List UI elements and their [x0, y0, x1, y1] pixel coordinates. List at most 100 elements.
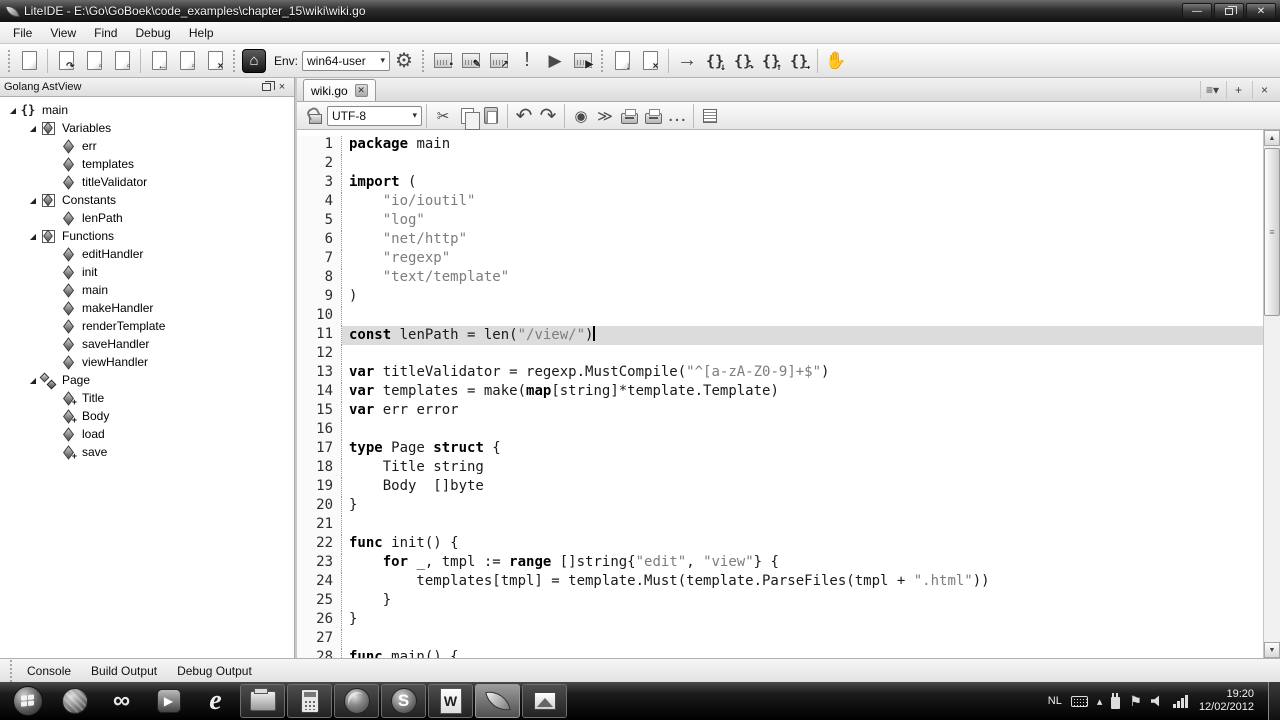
close-button[interactable]: ✕	[1246, 3, 1276, 19]
skype-app[interactable]: S	[381, 684, 426, 718]
code-line[interactable]: 19 Body []byte	[297, 478, 1263, 497]
home-button[interactable]: ⌂	[240, 47, 268, 75]
code-line[interactable]: 26}	[297, 611, 1263, 630]
language-indicator[interactable]: NL	[1048, 695, 1062, 707]
tree-item-Body[interactable]: +Body	[0, 407, 294, 425]
float-panel-button[interactable]	[258, 80, 274, 94]
menu-view[interactable]: View	[41, 23, 85, 43]
close-file-button[interactable]: ×	[201, 47, 229, 75]
outline-button[interactable]	[698, 104, 722, 128]
output-tab-console[interactable]: Console	[17, 661, 81, 681]
tree-item-Constants[interactable]: ◢Constants	[0, 191, 294, 209]
scrollbar-thumb[interactable]: ≡	[1264, 148, 1280, 316]
expander-icon[interactable]: ◢	[26, 124, 40, 133]
menu-debug[interactable]: Debug	[126, 23, 179, 43]
tree-item-load[interactable]: load	[0, 425, 294, 443]
expander-icon[interactable]: ◢	[6, 106, 20, 115]
calculator-app[interactable]	[287, 684, 332, 718]
scroll-up-arrow[interactable]: ▲	[1264, 130, 1280, 146]
menu-help[interactable]: Help	[180, 23, 223, 43]
continue-debug-button[interactable]: →	[673, 47, 701, 75]
build-button[interactable]: ✎	[457, 47, 485, 75]
expander-icon[interactable]: ◢	[26, 376, 40, 385]
step-over-button[interactable]: {}↷	[729, 47, 757, 75]
image-viewer-app[interactable]	[522, 684, 567, 718]
clock[interactable]: 19:20 12/02/2012	[1197, 688, 1262, 714]
network-bars-icon[interactable]	[1173, 695, 1188, 708]
code-line[interactable]: 10	[297, 307, 1263, 326]
liteide-app[interactable]	[475, 684, 520, 718]
code-line[interactable]: 11const lenPath = len("/view/")	[297, 326, 1263, 345]
stop-button[interactable]: !	[513, 47, 541, 75]
code-line[interactable]: 7 "regexp"	[297, 250, 1263, 269]
code-editor[interactable]: 1package main23import (4 "io/ioutil"5 "l…	[297, 130, 1263, 658]
file-explorer-app[interactable]	[240, 684, 285, 718]
undo-button[interactable]: ↶	[512, 104, 536, 128]
tree-item-editHandler[interactable]: editHandler	[0, 245, 294, 263]
start-button[interactable]	[5, 684, 50, 718]
run-button[interactable]: ▶	[541, 47, 569, 75]
save-all-button[interactable]: ▫	[173, 47, 201, 75]
code-line[interactable]: 4 "io/ioutil"	[297, 193, 1263, 212]
output-tab-debug-output[interactable]: Debug Output	[167, 661, 262, 681]
tree-item-init[interactable]: init	[0, 263, 294, 281]
tab-wiki-go[interactable]: wiki.go ✕	[303, 79, 376, 101]
code-line[interactable]: 25 }	[297, 592, 1263, 611]
tree-item-viewHandler[interactable]: viewHandler	[0, 353, 294, 371]
open-file-button[interactable]: ↷	[52, 47, 80, 75]
code-line[interactable]: 22func init() {	[297, 535, 1263, 554]
open-folder-button[interactable]: ▫	[80, 47, 108, 75]
code-line[interactable]: 16	[297, 421, 1263, 440]
close-panel-button[interactable]: ×	[274, 80, 290, 94]
expression-app[interactable]: ∞	[99, 684, 144, 718]
tree-item-lenPath[interactable]: lenPath	[0, 209, 294, 227]
step-out-button[interactable]: {}↑	[757, 47, 785, 75]
volume-icon[interactable]	[1151, 695, 1164, 707]
action-center-flag-icon[interactable]: ⚑	[1129, 693, 1142, 710]
new-file-button[interactable]	[15, 47, 43, 75]
print-preview-button[interactable]	[641, 104, 665, 128]
run-to-line-button[interactable]: {}→	[785, 47, 813, 75]
network-globe-app[interactable]	[52, 684, 97, 718]
code-line[interactable]: 24 templates[tmpl] = template.Must(templ…	[297, 573, 1263, 592]
tree-item-titleValidator[interactable]: titleValidator	[0, 173, 294, 191]
redo-button[interactable]: ↷	[536, 104, 560, 128]
tab-list-button[interactable]: ≡▾	[1200, 81, 1224, 99]
copy-button[interactable]	[455, 104, 479, 128]
code-line[interactable]: 14var templates = make(map[string]*templ…	[297, 383, 1263, 402]
panel-drag-handle[interactable]	[9, 659, 14, 683]
output-tab-build-output[interactable]: Build Output	[81, 661, 167, 681]
code-line[interactable]: 28func main() {	[297, 649, 1263, 658]
new-tab-button[interactable]: +	[1226, 81, 1250, 99]
clear-output-button[interactable]: ×	[636, 47, 664, 75]
code-line[interactable]: 13var titleValidator = regexp.MustCompil…	[297, 364, 1263, 383]
code-line[interactable]: 5 "log"	[297, 212, 1263, 231]
code-line[interactable]: 2	[297, 155, 1263, 174]
keyboard-icon[interactable]	[1071, 696, 1088, 707]
tree-item-Page[interactable]: ◢Page	[0, 371, 294, 389]
code-line[interactable]: 17type Page struct {	[297, 440, 1263, 459]
restore-button[interactable]	[1214, 3, 1244, 19]
code-line[interactable]: 9)	[297, 288, 1263, 307]
toolbar-drag-handle[interactable]	[7, 49, 12, 73]
code-line[interactable]: 23 for _, tmpl := range []string{"edit",…	[297, 554, 1263, 573]
word-app[interactable]: W	[428, 684, 473, 718]
more-button[interactable]: …	[665, 104, 689, 128]
symbol-nav-button[interactable]: ◉	[569, 104, 593, 128]
expander-icon[interactable]: ◢	[26, 232, 40, 241]
options-gear-button[interactable]: ⚙	[390, 47, 418, 75]
code-line[interactable]: 3import (	[297, 174, 1263, 193]
env-select[interactable]: win64-user▾	[302, 51, 390, 71]
code-line[interactable]: 20}	[297, 497, 1263, 516]
code-format-button[interactable]: ≫	[593, 104, 617, 128]
encoding-select[interactable]: UTF-8▾	[327, 106, 422, 126]
toolbar-drag-handle[interactable]	[600, 49, 605, 73]
menu-file[interactable]: File	[4, 23, 41, 43]
save-file-button[interactable]: ←	[145, 47, 173, 75]
show-desktop-button[interactable]	[1268, 682, 1280, 720]
code-line[interactable]: 6 "net/http"	[297, 231, 1263, 250]
tree-item-main[interactable]: main	[0, 281, 294, 299]
tab-close-icon[interactable]: ✕	[355, 84, 368, 97]
tree-item-Variables[interactable]: ◢Variables	[0, 119, 294, 137]
menu-find[interactable]: Find	[85, 23, 126, 43]
